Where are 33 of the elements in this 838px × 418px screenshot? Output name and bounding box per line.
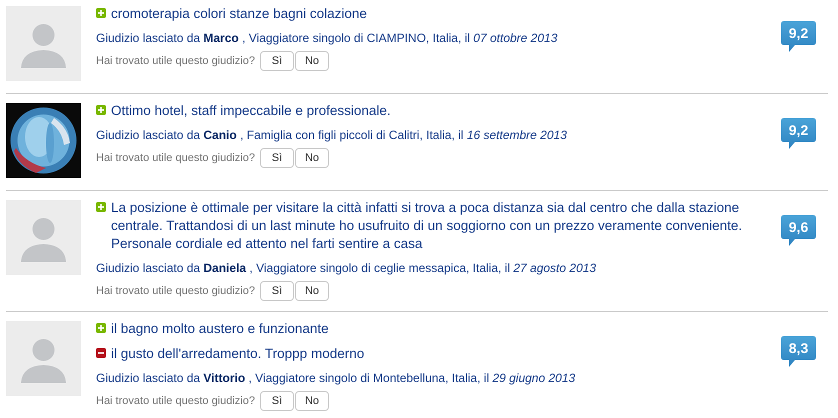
vote-button[interactable]: No — [294, 51, 329, 71]
review-comment: La posizione è ottimale per visitare la città infatti si trova a poca distanza sia dal centro che dalla stazione centrale. Trattandosi di un last minute ho usufruito di un soggiorno con un prezzo veramente conveniente. Personale cordiale ed attento nel farti sentire a casa — [111, 199, 744, 253]
review-comment: cromoterapia colori stanze bagni colazione — [111, 5, 367, 23]
vote-button[interactable]: No — [294, 281, 329, 301]
helpful-question: Hai trovato utile questo giudizio? — [96, 285, 255, 297]
review-comment: il bagno molto austero e funzionante — [111, 320, 329, 338]
vote-button[interactable]: No — [294, 148, 329, 168]
helpful-question: Hai trovato utile questo giudizio? — [96, 152, 255, 164]
review-comment: Ottimo hotel, staff impeccabile e professionale. — [111, 102, 391, 120]
reviewer-info: Giudizio lasciato da Marco , Viaggiatore singolo di CIAMPINO, Italia, il 07 ottobre 2013 — [96, 30, 558, 46]
reviewer-info: Giudizio lasciato da Canio , Famiglia con figli piccoli di Calitri, Italia, il 16 settembre 2013 — [96, 127, 568, 143]
plus-icon — [96, 8, 106, 18]
plus-icon — [96, 105, 106, 115]
avatar-placeholder-icon — [6, 200, 81, 275]
score-badge: 8,3 — [780, 336, 816, 367]
score-badge: 9,2 — [780, 21, 816, 52]
avatar-placeholder-icon — [6, 6, 81, 81]
vote-button[interactable]: Sì — [260, 148, 294, 168]
reviewer-info: Giudizio lasciato da Daniela , Viaggiatore singolo di ceglie messapica, Italia, il 27 agosto 2013 — [96, 260, 598, 276]
vote-button[interactable]: No — [294, 391, 329, 411]
plus-icon — [96, 202, 106, 212]
plus-icon — [96, 323, 106, 333]
helpful-question: Hai trovato utile questo giudizio? — [96, 395, 255, 407]
reviewer-info: Giudizio lasciato da Vittorio , Viaggiatore singolo di Montebelluna, Italia, il 29 giugno 2013 — [96, 370, 576, 386]
avatar-placeholder-icon — [6, 321, 81, 396]
vote-button[interactable]: Sì — [260, 391, 294, 411]
score-badge: 9,2 — [780, 118, 816, 149]
minus-icon — [96, 348, 106, 358]
vote-button[interactable]: Sì — [260, 281, 294, 301]
vote-button[interactable]: Sì — [260, 51, 294, 71]
helpful-question: Hai trovato utile questo giudizio? — [96, 55, 255, 67]
score-badge: 9,6 — [780, 215, 816, 246]
review-comment: il gusto dell'arredamento. Troppp moderno — [111, 345, 364, 363]
